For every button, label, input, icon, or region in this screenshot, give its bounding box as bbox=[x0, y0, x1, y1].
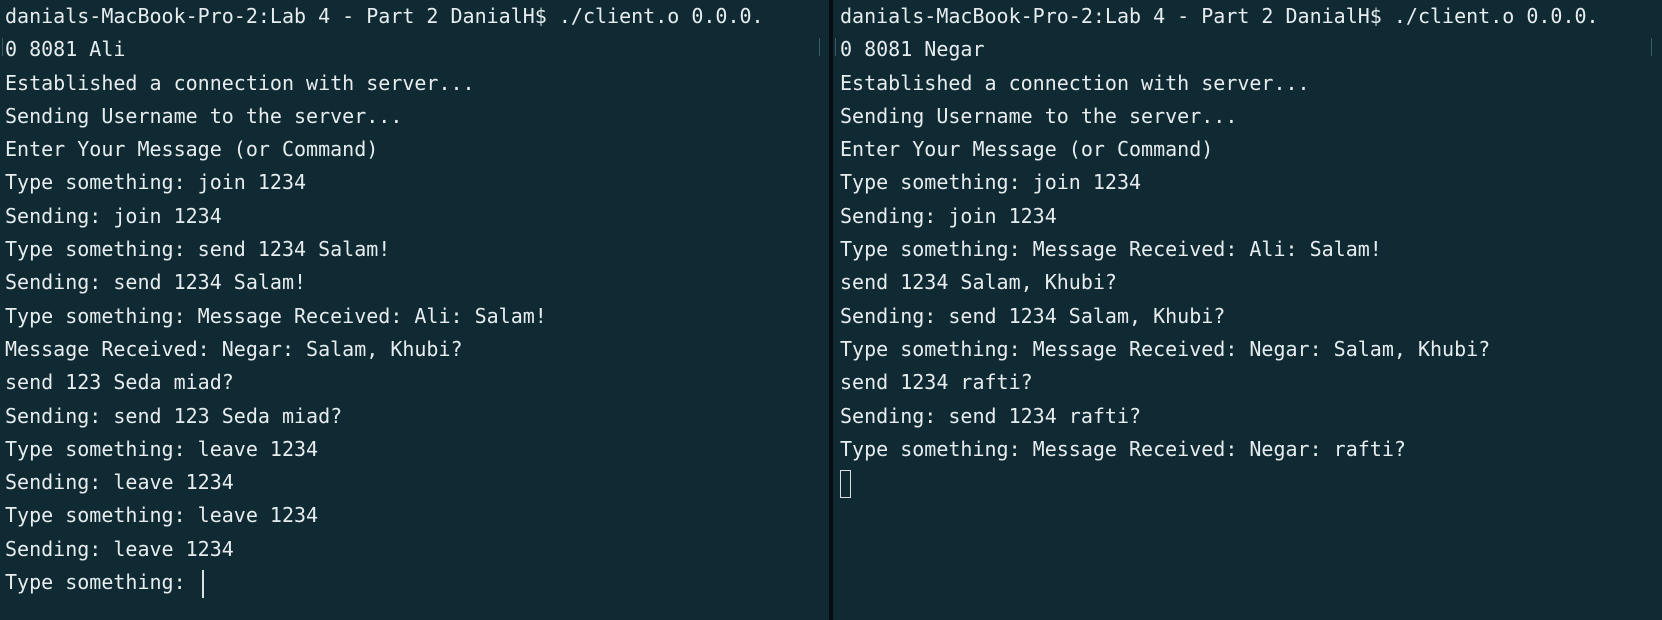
terminal-line: danials-MacBook-Pro-2:Lab 4 - Part 2 Dan… bbox=[5, 4, 764, 28]
terminal-pane-right[interactable]: danials-MacBook-Pro-2:Lab 4 - Part 2 Dan… bbox=[833, 0, 1662, 620]
terminal-pane-left[interactable]: danials-MacBook-Pro-2:Lab 4 - Part 2 Dan… bbox=[0, 0, 829, 620]
terminal-line: Type something: join 1234 bbox=[840, 170, 1142, 195]
terminal-line: Message Received: Negar: Salam, Khubi? bbox=[5, 336, 463, 361]
terminal-line: 0 8081 Ali bbox=[5, 37, 126, 62]
terminal-line: Enter Your Message (or Command) bbox=[840, 137, 1214, 162]
terminal-line: Enter Your Message (or Command) bbox=[5, 137, 379, 162]
terminal-prompt-line[interactable]: Type something: bbox=[0, 566, 829, 599]
block-cursor bbox=[840, 469, 851, 498]
terminal-line: Sending Username to the server... bbox=[840, 103, 1238, 128]
terminal-line: Type something: send 1234 Salam! bbox=[5, 237, 391, 262]
terminal-line: Sending: join 1234 bbox=[840, 203, 1057, 228]
terminal-line: Sending: send 123 Seda miad? bbox=[5, 403, 343, 428]
terminal-line: Established a connection with server... bbox=[840, 70, 1310, 95]
terminal-line: send 123 Seda miad? bbox=[5, 370, 234, 395]
terminal-line: Sending: join 1234 bbox=[5, 203, 222, 228]
terminal-line: Type something: Message Received: Negar:… bbox=[840, 436, 1406, 461]
terminal-line: danials-MacBook-Pro-2:Lab 4 - Part 2 Dan… bbox=[840, 4, 1599, 28]
terminal-split-view: danials-MacBook-Pro-2:Lab 4 - Part 2 Dan… bbox=[0, 0, 1662, 620]
terminal-line: Type something: leave 1234 bbox=[5, 503, 319, 528]
terminal-line: Sending: send 1234 Salam! bbox=[5, 270, 307, 295]
terminal-line: Type something: Message Received: Ali: S… bbox=[5, 303, 547, 328]
terminal-line: send 1234 Salam, Khubi? bbox=[840, 270, 1117, 295]
terminal-line: Type something: Message Received: Ali: S… bbox=[840, 237, 1382, 262]
terminal-line: Type something: join 1234 bbox=[5, 170, 307, 195]
terminal-output: danials-MacBook-Pro-2:Lab 4 - Part 2 Dan… bbox=[0, 0, 829, 599]
terminal-line: Sending: leave 1234 bbox=[5, 470, 234, 495]
terminal-line: send 1234 rafti? bbox=[840, 370, 1033, 395]
text-cursor bbox=[201, 569, 204, 598]
terminal-line: Sending: leave 1234 bbox=[5, 536, 234, 561]
terminal-output: danials-MacBook-Pro-2:Lab 4 - Part 2 Dan… bbox=[833, 0, 1662, 499]
terminal-line: Sending: send 1234 rafti? bbox=[840, 403, 1142, 428]
terminal-prompt-line[interactable] bbox=[833, 466, 1662, 499]
terminal-line: 0 8081 Negar bbox=[840, 37, 985, 62]
terminal-line: Type something: leave 1234 bbox=[5, 436, 319, 461]
terminal-line: Type something: Message Received: Negar:… bbox=[840, 336, 1491, 361]
terminal-line: Sending Username to the server... bbox=[5, 103, 403, 128]
terminal-line: Sending: send 1234 Salam, Khubi? bbox=[840, 303, 1226, 328]
prompt-text: Type something: bbox=[5, 570, 198, 595]
terminal-line: Established a connection with server... bbox=[5, 70, 475, 95]
